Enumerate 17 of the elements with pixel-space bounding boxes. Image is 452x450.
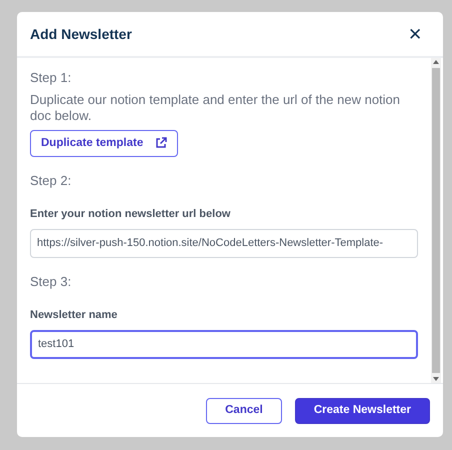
scroll-up-icon[interactable] [432,58,440,66]
dialog-title: Add Newsletter [30,24,132,44]
input-field[interactable]: test101 [30,330,418,359]
external-link-icon [155,137,168,150]
field-label: Enter your notion newsletter url below [30,207,232,222]
step-heading: Step 2: [30,172,72,190]
step-heading: Step 3: [30,272,72,291]
field-label: Newsletter name [30,308,118,324]
duplicate-template-button[interactable]: Duplicate template [30,130,178,157]
input-field[interactable]: https://silver-push-150.notion.site/NoCodeLetters-Newsletter-Template- [30,228,418,258]
cancel-button[interactable]: Cancel [206,398,282,424]
scroll-down-icon[interactable] [432,375,440,383]
scrollbar[interactable] [431,58,441,383]
create-button[interactable]: Create Newsletter [294,398,430,424]
close-button[interactable]: ✕ [404,26,426,42]
step-heading: Step 1: [30,69,72,87]
step-description: Duplicate our notion template and enter the url of the new notion doc below. [30,92,402,124]
